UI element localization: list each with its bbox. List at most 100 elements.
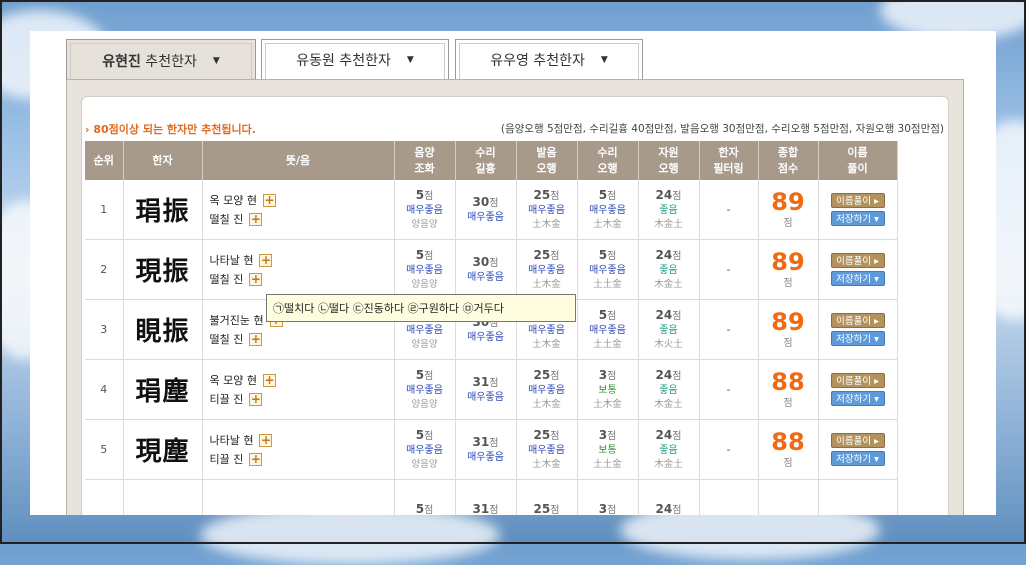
column-header: 순위 <box>85 141 124 180</box>
score-value: 30점 <box>456 195 516 211</box>
save-button[interactable]: 저장하기 ▾ <box>830 211 885 226</box>
score-cell: 5점매우좋음양음양 <box>394 359 456 420</box>
table-row: 2 現振 나타날 현 + 떨칠 진 +5점 매우좋음 양음양 30점 매우좋음 25점 매우좋음 土木金… <box>85 239 898 300</box>
score-number: 5 <box>598 187 608 202</box>
score-value: 3점 <box>578 502 638 516</box>
score-number: 24 <box>655 427 673 442</box>
column-header-line: 수리 <box>475 145 496 159</box>
score-number: 3 <box>598 501 608 516</box>
score-number: 3 <box>598 367 608 382</box>
score-number: 5 <box>415 501 425 516</box>
score-detail: 양음양 <box>411 398 438 410</box>
tab-name: 유우영 <box>490 52 529 69</box>
score-unit: 점 <box>607 310 617 322</box>
column-header: 한자 필터링 <box>699 141 759 180</box>
action-cell: 이름풀이 ▸ 저장하기 ▾ <box>818 419 898 480</box>
score-value: 25점 <box>517 188 577 204</box>
score-value: 24점 <box>639 502 699 516</box>
name-interpret-button[interactable]: 이름풀이 ▸ <box>830 313 885 328</box>
meaning-line: 나타날 현 + <box>210 251 394 270</box>
save-button[interactable]: 저장하기 ▾ <box>830 271 885 286</box>
score-level: 좋음 <box>659 204 678 216</box>
score-number: 25 <box>533 247 551 262</box>
tab-person-1[interactable]: 유현진 추천한자 ▼ <box>66 39 256 81</box>
score-cell: 24점 좋음 木金土 <box>638 419 700 480</box>
score-unit: 점 <box>489 257 499 269</box>
meaning-cell: 나타날 현 + 떨칠 진 + <box>202 239 395 300</box>
column-header-line: 순위 <box>93 153 114 167</box>
score-value: 30점 <box>456 255 516 271</box>
action-cell <box>818 479 898 515</box>
score-detail: 木金土 <box>654 398 683 410</box>
rank-cell: 4 <box>85 359 124 420</box>
column-header-line: 자원 <box>658 145 679 159</box>
tab-person-3[interactable]: 유우영 추천한자 ▼ <box>455 39 643 79</box>
expand-meaning-button[interactable]: + <box>249 452 263 466</box>
score-unit: 점 <box>424 250 434 262</box>
expand-meaning-button[interactable]: + <box>262 373 276 387</box>
score-detail: 土木金 <box>532 218 561 230</box>
meaning-line: 옥 모양 현 + <box>210 191 394 210</box>
score-detail: 양음양 <box>411 338 438 350</box>
score-number: 24 <box>655 247 673 262</box>
filter-cell: - <box>699 180 759 240</box>
expand-meaning-button[interactable]: + <box>249 272 263 286</box>
score-level: 매우좋음 <box>406 324 443 336</box>
rank-cell <box>85 479 124 515</box>
score-number: 24 <box>655 307 673 322</box>
chevron-down-icon: ▼ <box>406 54 414 65</box>
chevron-down-icon: ▼ <box>212 55 220 66</box>
column-header: 뜻/음 <box>202 141 395 180</box>
name-interpret-button[interactable]: 이름풀이 ▸ <box>830 253 885 268</box>
total-score: 88 <box>771 368 805 396</box>
score-value: 5점 <box>578 308 638 324</box>
expand-meaning-button[interactable]: + <box>259 253 273 267</box>
score-value: 25점 <box>517 428 577 444</box>
score-unit: 점 <box>489 437 499 449</box>
hanja-cell: 現塵 <box>123 419 203 480</box>
score-number: 25 <box>533 187 551 202</box>
meaning-line: 떨칠 진 + <box>210 210 394 229</box>
meaning-tooltip: ㉠떨치다 ㉡떨다 ㉢진동하다 ㉣구원하다 ㉤거두다 <box>266 294 576 322</box>
score-level: 좋음 <box>659 264 678 276</box>
expand-meaning-button[interactable]: + <box>249 332 263 346</box>
total-unit: 점 <box>783 458 793 469</box>
column-header-line: 한자 <box>718 145 739 159</box>
expand-meaning-button[interactable]: + <box>249 392 263 406</box>
score-level: 매우좋음 <box>589 324 626 336</box>
score-value: 24점 <box>639 248 699 264</box>
save-button[interactable]: 저장하기 ▾ <box>830 451 885 466</box>
score-unit: 점 <box>424 370 434 382</box>
name-interpret-button[interactable]: 이름풀이 ▸ <box>830 193 885 208</box>
score-level: 매우좋음 <box>528 324 565 336</box>
tab-person-2[interactable]: 유동원 추천한자 ▼ <box>261 39 449 79</box>
score-cell: 5점 <box>394 479 456 516</box>
meaning-text: 나타날 현 <box>209 254 254 267</box>
expand-meaning-button[interactable]: + <box>249 212 263 226</box>
expand-meaning-button[interactable]: + <box>259 433 273 447</box>
score-value: 5점 <box>578 188 638 204</box>
score-level: 매우좋음 <box>528 264 565 276</box>
meaning-text: 티끌 진 <box>209 393 244 406</box>
score-cell: 25점매우좋음 土木金 <box>516 180 578 240</box>
score-cell: 31점 매우좋음 <box>455 419 517 480</box>
score-number: 5 <box>415 187 425 202</box>
hanja-text: 睍振 <box>135 317 190 347</box>
score-number: 30 <box>472 254 490 269</box>
column-header-line: 풀이 <box>847 161 868 175</box>
column-header: 발음 오행 <box>516 141 578 180</box>
name-interpret-button[interactable]: 이름풀이 ▸ <box>830 373 885 388</box>
score-unit: 점 <box>672 504 682 516</box>
total-unit: 점 <box>783 398 793 409</box>
save-button[interactable]: 저장하기 ▾ <box>830 391 885 406</box>
tab-name: 유현진 <box>102 53 141 70</box>
total-cell: 89 점 <box>758 180 819 240</box>
action-cell: 이름풀이 ▸ 저장하기 ▾ <box>818 359 898 420</box>
meaning-line: 티끌 진 + <box>210 390 394 409</box>
name-interpret-button[interactable]: 이름풀이 ▸ <box>830 433 885 448</box>
expand-meaning-button[interactable]: + <box>262 193 276 207</box>
tab-name: 유동원 <box>296 52 335 69</box>
score-cell: 5점 매우좋음 土木金 <box>577 180 639 240</box>
action-cell: 이름풀이 ▸ 저장하기 ▾ <box>818 299 898 360</box>
save-button[interactable]: 저장하기 ▾ <box>830 331 885 346</box>
